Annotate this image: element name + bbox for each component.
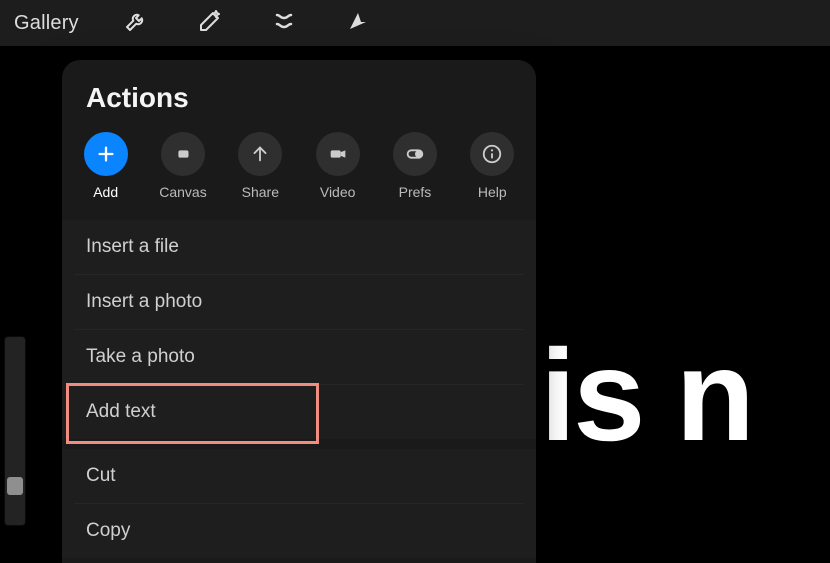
actions-popover: Actions Add Canvas Share Video [62, 60, 536, 563]
tab-share[interactable]: Share [235, 132, 286, 200]
tab-video[interactable]: Video [312, 132, 363, 200]
brush-size-slider[interactable] [4, 336, 26, 526]
magic-wand-icon [198, 9, 222, 38]
toggle-icon [393, 132, 437, 176]
tab-help[interactable]: Help [467, 132, 518, 200]
top-toolbar: Gallery [0, 0, 830, 46]
cursor-arrow-icon [346, 9, 370, 38]
tab-label: Add [93, 184, 118, 200]
slider-thumb[interactable] [7, 477, 23, 495]
menu-item-cut[interactable]: Cut [62, 449, 536, 503]
crop-icon [161, 132, 205, 176]
share-icon [238, 132, 282, 176]
wrench-icon [124, 9, 148, 38]
menu-item-insert-file[interactable]: Insert a file [62, 220, 536, 274]
toolbar-icons [119, 6, 375, 40]
plus-icon [84, 132, 128, 176]
video-icon [316, 132, 360, 176]
tab-label: Help [478, 184, 507, 200]
tab-label: Video [320, 184, 356, 200]
tab-prefs[interactable]: Prefs [389, 132, 440, 200]
tab-label: Canvas [159, 184, 206, 200]
tab-label: Share [242, 184, 279, 200]
tab-canvas[interactable]: Canvas [157, 132, 208, 200]
selection-icon [272, 9, 296, 38]
menu-item-copy[interactable]: Copy [62, 504, 536, 558]
actions-button[interactable] [119, 6, 153, 40]
menu-item-take-photo[interactable]: Take a photo [62, 330, 536, 384]
gallery-link[interactable]: Gallery [14, 12, 79, 35]
transform-button[interactable] [341, 6, 375, 40]
menu-item-add-text[interactable]: Add text [62, 385, 536, 439]
popover-title: Actions [62, 82, 536, 132]
adjustments-button[interactable] [193, 6, 227, 40]
tab-add[interactable]: Add [80, 132, 131, 200]
canvas-text: is n [540, 320, 752, 470]
actions-menu: Insert a file Insert a photo Take a phot… [62, 220, 536, 558]
tab-label: Prefs [399, 184, 432, 200]
info-icon [470, 132, 514, 176]
selection-button[interactable] [267, 6, 301, 40]
menu-item-insert-photo[interactable]: Insert a photo [62, 275, 536, 329]
actions-tabs: Add Canvas Share Video Prefs [62, 132, 536, 210]
